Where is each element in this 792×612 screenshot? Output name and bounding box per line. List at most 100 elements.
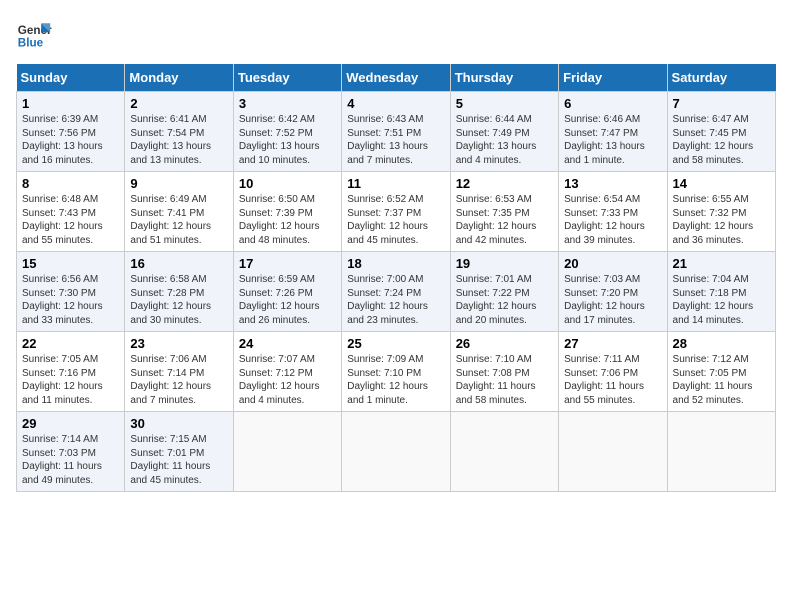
day-number: 23 — [130, 336, 227, 351]
calendar-cell: 23 Sunrise: 7:06 AM Sunset: 7:14 PM Dayli… — [125, 332, 233, 412]
day-number: 20 — [564, 256, 661, 271]
calendar-cell: 20 Sunrise: 7:03 AM Sunset: 7:20 PM Dayli… — [559, 252, 667, 332]
column-header-friday: Friday — [559, 64, 667, 92]
day-info: Sunrise: 6:54 AM Sunset: 7:33 PM Dayligh… — [564, 193, 661, 247]
day-info: Sunrise: 7:10 AM Sunset: 7:08 PM Dayligh… — [456, 353, 553, 407]
calendar-week-row: 15 Sunrise: 6:56 AM Sunset: 7:30 PM Dayli… — [17, 252, 776, 332]
day-info: Sunrise: 6:55 AM Sunset: 7:32 PM Dayligh… — [673, 193, 770, 247]
day-number: 13 — [564, 176, 661, 191]
calendar-cell: 21 Sunrise: 7:04 AM Sunset: 7:18 PM Dayli… — [667, 252, 775, 332]
day-info: Sunrise: 7:15 AM Sunset: 7:01 PM Dayligh… — [130, 433, 227, 487]
day-info: Sunrise: 6:49 AM Sunset: 7:41 PM Dayligh… — [130, 193, 227, 247]
day-info: Sunrise: 6:39 AM Sunset: 7:56 PM Dayligh… — [22, 113, 119, 167]
calendar-cell: 28 Sunrise: 7:12 AM Sunset: 7:05 PM Dayli… — [667, 332, 775, 412]
day-number: 2 — [130, 96, 227, 111]
calendar-cell: 25 Sunrise: 7:09 AM Sunset: 7:10 PM Dayli… — [342, 332, 450, 412]
day-number: 26 — [456, 336, 553, 351]
day-number: 15 — [22, 256, 119, 271]
day-number: 19 — [456, 256, 553, 271]
day-info: Sunrise: 6:43 AM Sunset: 7:51 PM Dayligh… — [347, 113, 444, 167]
column-header-thursday: Thursday — [450, 64, 558, 92]
day-number: 11 — [347, 176, 444, 191]
day-number: 5 — [456, 96, 553, 111]
calendar-header-row: SundayMondayTuesdayWednesdayThursdayFrid… — [17, 64, 776, 92]
calendar-cell: 27 Sunrise: 7:11 AM Sunset: 7:06 PM Dayli… — [559, 332, 667, 412]
day-number: 7 — [673, 96, 770, 111]
calendar-table: SundayMondayTuesdayWednesdayThursdayFrid… — [16, 64, 776, 492]
day-number: 8 — [22, 176, 119, 191]
day-info: Sunrise: 7:12 AM Sunset: 7:05 PM Dayligh… — [673, 353, 770, 407]
day-info: Sunrise: 7:00 AM Sunset: 7:24 PM Dayligh… — [347, 273, 444, 327]
day-info: Sunrise: 6:50 AM Sunset: 7:39 PM Dayligh… — [239, 193, 336, 247]
day-info: Sunrise: 6:41 AM Sunset: 7:54 PM Dayligh… — [130, 113, 227, 167]
calendar-cell: 22 Sunrise: 7:05 AM Sunset: 7:16 PM Dayli… — [17, 332, 125, 412]
day-number: 14 — [673, 176, 770, 191]
day-number: 30 — [130, 416, 227, 431]
calendar-cell: 29 Sunrise: 7:14 AM Sunset: 7:03 PM Dayli… — [17, 412, 125, 492]
column-header-saturday: Saturday — [667, 64, 775, 92]
calendar-cell: 4 Sunrise: 6:43 AM Sunset: 7:51 PM Daylig… — [342, 92, 450, 172]
day-info: Sunrise: 7:11 AM Sunset: 7:06 PM Dayligh… — [564, 353, 661, 407]
day-number: 12 — [456, 176, 553, 191]
calendar-cell: 30 Sunrise: 7:15 AM Sunset: 7:01 PM Dayli… — [125, 412, 233, 492]
calendar-cell: 13 Sunrise: 6:54 AM Sunset: 7:33 PM Dayli… — [559, 172, 667, 252]
column-header-sunday: Sunday — [17, 64, 125, 92]
day-info: Sunrise: 6:42 AM Sunset: 7:52 PM Dayligh… — [239, 113, 336, 167]
calendar-cell: 19 Sunrise: 7:01 AM Sunset: 7:22 PM Dayli… — [450, 252, 558, 332]
calendar-cell: 2 Sunrise: 6:41 AM Sunset: 7:54 PM Daylig… — [125, 92, 233, 172]
day-info: Sunrise: 7:05 AM Sunset: 7:16 PM Dayligh… — [22, 353, 119, 407]
calendar-week-row: 8 Sunrise: 6:48 AM Sunset: 7:43 PM Daylig… — [17, 172, 776, 252]
calendar-cell: 17Sunrise: 6:59 AM Sunset: 7:26 PM Dayli… — [233, 252, 341, 332]
day-number: 16 — [130, 256, 227, 271]
svg-text:Blue: Blue — [18, 37, 44, 50]
day-info: Sunrise: 7:06 AM Sunset: 7:14 PM Dayligh… — [130, 353, 227, 407]
calendar-cell: 7 Sunrise: 6:47 AM Sunset: 7:45 PM Daylig… — [667, 92, 775, 172]
calendar-cell: 3Sunrise: 6:42 AM Sunset: 7:52 PM Daylig… — [233, 92, 341, 172]
day-info: Sunrise: 6:47 AM Sunset: 7:45 PM Dayligh… — [673, 113, 770, 167]
day-number: 29 — [22, 416, 119, 431]
column-header-tuesday: Tuesday — [233, 64, 341, 92]
day-info: Sunrise: 7:14 AM Sunset: 7:03 PM Dayligh… — [22, 433, 119, 487]
day-info: Sunrise: 6:52 AM Sunset: 7:37 PM Dayligh… — [347, 193, 444, 247]
day-info: Sunrise: 6:56 AM Sunset: 7:30 PM Dayligh… — [22, 273, 119, 327]
day-number: 4 — [347, 96, 444, 111]
day-number: 21 — [673, 256, 770, 271]
day-number: 18 — [347, 256, 444, 271]
day-info: Sunrise: 6:48 AM Sunset: 7:43 PM Dayligh… — [22, 193, 119, 247]
calendar-cell: 9 Sunrise: 6:49 AM Sunset: 7:41 PM Daylig… — [125, 172, 233, 252]
day-info: Sunrise: 7:07 AM Sunset: 7:12 PM Dayligh… — [239, 353, 336, 407]
day-number: 28 — [673, 336, 770, 351]
calendar-cell: 16 Sunrise: 6:58 AM Sunset: 7:28 PM Dayli… — [125, 252, 233, 332]
logo: General Blue — [16, 16, 52, 52]
calendar-cell: 26 Sunrise: 7:10 AM Sunset: 7:08 PM Dayli… — [450, 332, 558, 412]
day-info: Sunrise: 6:53 AM Sunset: 7:35 PM Dayligh… — [456, 193, 553, 247]
calendar-cell: 18 Sunrise: 7:00 AM Sunset: 7:24 PM Dayli… — [342, 252, 450, 332]
day-info: Sunrise: 6:58 AM Sunset: 7:28 PM Dayligh… — [130, 273, 227, 327]
day-info: Sunrise: 7:04 AM Sunset: 7:18 PM Dayligh… — [673, 273, 770, 327]
day-info: Sunrise: 7:03 AM Sunset: 7:20 PM Dayligh… — [564, 273, 661, 327]
calendar-cell: 14 Sunrise: 6:55 AM Sunset: 7:32 PM Dayli… — [667, 172, 775, 252]
day-number: 27 — [564, 336, 661, 351]
calendar-cell: 24Sunrise: 7:07 AM Sunset: 7:12 PM Dayli… — [233, 332, 341, 412]
day-info: Sunrise: 6:59 AM Sunset: 7:26 PM Dayligh… — [239, 273, 336, 327]
day-number: 25 — [347, 336, 444, 351]
day-info: Sunrise: 6:46 AM Sunset: 7:47 PM Dayligh… — [564, 113, 661, 167]
calendar-cell: 8 Sunrise: 6:48 AM Sunset: 7:43 PM Daylig… — [17, 172, 125, 252]
calendar-cell: 11 Sunrise: 6:52 AM Sunset: 7:37 PM Dayli… — [342, 172, 450, 252]
calendar-cell — [450, 412, 558, 492]
calendar-cell: 15 Sunrise: 6:56 AM Sunset: 7:30 PM Dayli… — [17, 252, 125, 332]
calendar-cell: 6Sunrise: 6:46 AM Sunset: 7:47 PM Daylig… — [559, 92, 667, 172]
calendar-cell: 1 Sunrise: 6:39 AM Sunset: 7:56 PM Daylig… — [17, 92, 125, 172]
day-number: 22 — [22, 336, 119, 351]
day-number: 1 — [22, 96, 119, 111]
calendar-cell: 5 Sunrise: 6:44 AM Sunset: 7:49 PM Daylig… — [450, 92, 558, 172]
day-number: 9 — [130, 176, 227, 191]
page-header: General Blue — [16, 16, 776, 52]
day-info: Sunrise: 6:44 AM Sunset: 7:49 PM Dayligh… — [456, 113, 553, 167]
day-info: Sunrise: 7:09 AM Sunset: 7:10 PM Dayligh… — [347, 353, 444, 407]
column-header-monday: Monday — [125, 64, 233, 92]
calendar-cell — [559, 412, 667, 492]
calendar-week-row: 1 Sunrise: 6:39 AM Sunset: 7:56 PM Daylig… — [17, 92, 776, 172]
day-info: Sunrise: 7:01 AM Sunset: 7:22 PM Dayligh… — [456, 273, 553, 327]
calendar-week-row: 22 Sunrise: 7:05 AM Sunset: 7:16 PM Dayli… — [17, 332, 776, 412]
